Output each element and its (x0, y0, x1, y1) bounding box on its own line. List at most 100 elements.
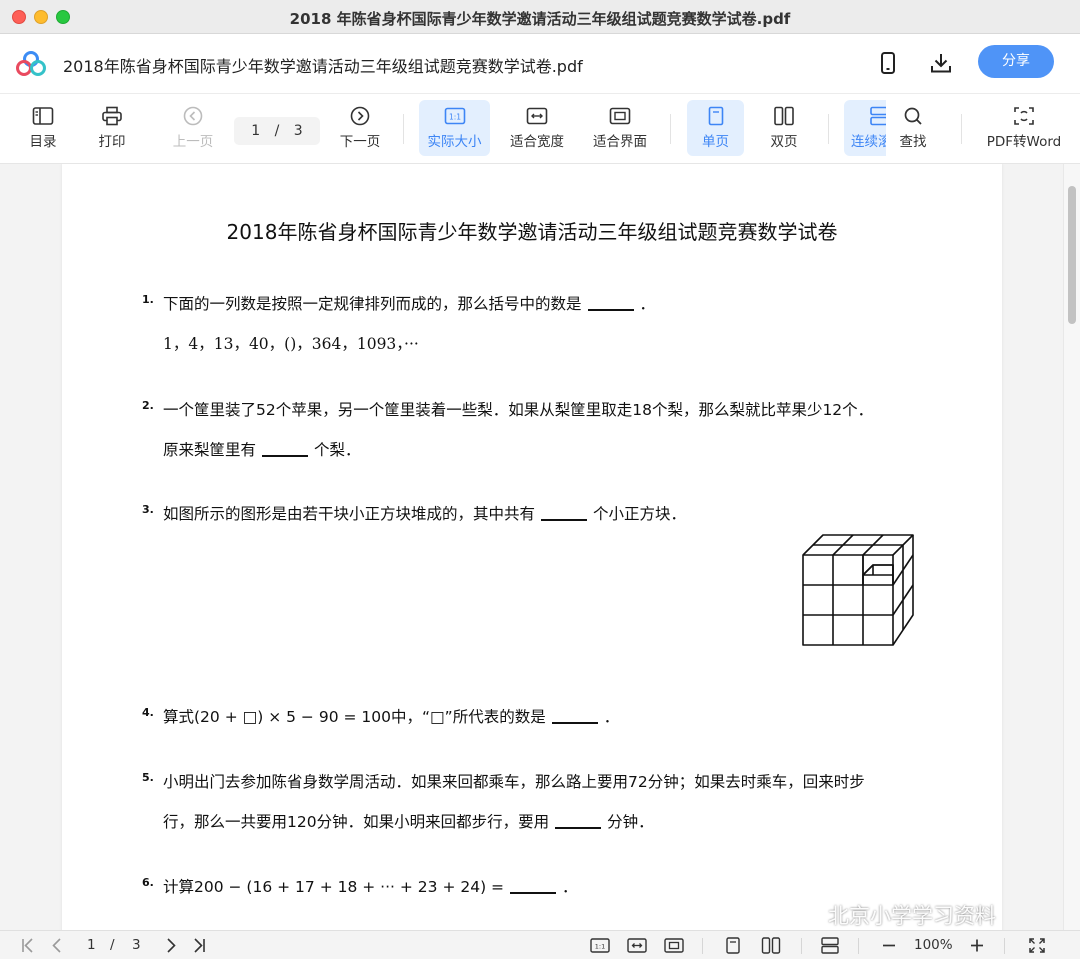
last-page-icon[interactable] (191, 937, 207, 954)
question-number: 6. (142, 876, 154, 889)
fit-screen-icon[interactable] (664, 937, 684, 954)
question-text-run: 计算200 − (16 + 17 + 18 + ··· + 23 + 24) = (163, 878, 505, 896)
single-page-icon[interactable] (724, 937, 742, 954)
bottombar-divider (801, 938, 802, 954)
actual-size-icon[interactable]: 1:1 (590, 937, 610, 954)
bottombar-divider (858, 938, 859, 954)
current-page-number[interactable]: 1 (87, 937, 96, 953)
continuous-scroll-icon (870, 106, 886, 126)
svg-text:1:1: 1:1 (595, 943, 605, 951)
question-text: 算式(20 + □) × 5 − 90 = 100中，“□”所代表的数是 ． (163, 705, 619, 727)
single-page-label: 单页 (702, 134, 729, 150)
continuous-scroll-label: 连续滚 (851, 134, 886, 150)
convert-icon (1014, 107, 1034, 125)
find-label: 查找 (899, 134, 927, 150)
question-text-run: 下面的一列数是按照一定规律排列而成的，那么括号中的数是 (163, 295, 582, 313)
chevron-right-icon[interactable] (163, 937, 179, 954)
single-page-button[interactable]: 单页 (687, 100, 744, 156)
pdf-page: 2018年陈省身杯国际青少年数学邀请活动三年级组试题竞赛数学试卷 1. 下面的一列… (62, 164, 1002, 930)
toolbar-divider (961, 114, 962, 144)
share-button[interactable]: 分享 (978, 45, 1054, 78)
answer-blank (262, 455, 309, 457)
fit-width-icon[interactable] (627, 937, 647, 954)
scrollbar-thumb[interactable] (1068, 186, 1076, 324)
download-icon[interactable] (929, 51, 953, 75)
chevron-right-circle-icon (350, 106, 370, 126)
continuous-scroll-icon[interactable] (820, 937, 840, 954)
phone-icon[interactable] (876, 51, 900, 75)
svg-text:1:1: 1:1 (448, 113, 460, 122)
printer-icon (102, 106, 122, 126)
chevron-left-circle-icon (183, 106, 203, 126)
app-header: 2018年陈省身杯国际青少年数学邀请活动三年级组试题竞赛数学试卷.pdf 分享 (0, 34, 1080, 94)
question-text: 小明出门去参加陈省身数学周活动．如果来回都乘车，那么路上要用72分钟；如果去时乘… (163, 770, 865, 792)
question-text: 如图所示的图形是由若干块小正方块堆成的，其中共有 个小正方块． (163, 502, 686, 524)
question-text-run: 行，那么一共要用120分钟．如果小明来回都步行，要用 (163, 813, 550, 831)
question-text-run: ． (603, 708, 620, 726)
exam-title: 2018年陈省身杯国际青少年数学邀请活动三年级组试题竞赛数学试卷 (226, 220, 838, 244)
window-titlebar: 2018 年陈省身杯国际青少年数学邀请活动三年级组试题竞赛数学试卷.pdf (0, 0, 1080, 34)
watermark: 北京小学学习资料 (790, 900, 996, 930)
answer-blank (510, 892, 557, 894)
print-button[interactable]: 打印 (87, 100, 137, 156)
fit-screen-label: 适合界面 (593, 134, 647, 150)
fit-width-icon (526, 107, 548, 125)
next-page-label: 下一页 (339, 134, 381, 150)
search-icon (904, 107, 922, 125)
question-text-run: ． (639, 295, 656, 313)
find-button[interactable]: 查找 (890, 100, 936, 156)
toolbar-divider (403, 114, 404, 144)
page-number-input[interactable]: 1 / 3 (234, 117, 320, 145)
question-number: 3. (142, 503, 154, 516)
actual-size-button[interactable]: 1:1 实际大小 (419, 100, 490, 156)
total-pages: 3 (132, 937, 141, 953)
fit-screen-button[interactable]: 适合界面 (588, 100, 652, 156)
toolbar-divider (828, 114, 829, 144)
actual-size-label: 实际大小 (427, 134, 482, 150)
answer-blank (587, 309, 634, 311)
question-text: 下面的一列数是按照一定规律排列而成的，那么括号中的数是 ． (163, 292, 655, 314)
print-label: 打印 (98, 134, 126, 150)
question-text: 1，4，13，40，()，364，1093，··· (163, 332, 419, 354)
single-page-icon (708, 106, 723, 126)
next-page-button[interactable]: 下一页 (333, 100, 387, 156)
wechat-icon (790, 901, 823, 926)
question-number: 1. (142, 293, 154, 306)
zoom-in-icon[interactable] (969, 937, 985, 954)
question-number: 4. (142, 706, 154, 719)
chevron-left-icon[interactable] (49, 937, 65, 954)
zoom-level[interactable]: 100% (914, 937, 953, 953)
question-text: 计算200 − (16 + 17 + 18 + ··· + 23 + 24) =… (163, 875, 578, 897)
question-text-run: 个小正方块． (593, 505, 687, 523)
prev-page-label: 上一页 (172, 134, 214, 150)
prev-page-button[interactable]: 上一页 (166, 100, 220, 156)
zoom-out-icon[interactable] (881, 937, 897, 954)
double-page-button[interactable]: 双页 (760, 100, 808, 156)
vertical-scrollbar[interactable] (1063, 164, 1080, 930)
bottom-status-bar: 1 / 3 1:1 100% (0, 930, 1080, 959)
first-page-icon[interactable] (20, 937, 36, 954)
answer-blank (541, 519, 588, 521)
question-number: 2. (142, 399, 154, 412)
double-page-icon (774, 106, 794, 126)
toc-icon (32, 107, 54, 125)
continuous-scroll-button[interactable]: 连续滚 (844, 100, 886, 156)
fit-width-label: 适合宽度 (510, 134, 564, 150)
fit-width-button[interactable]: 适合宽度 (505, 100, 569, 156)
question-text-run: 小明出门去参加陈省身数学周活动．如果来回都乘车，那么路上要用72分钟；如果去时乘… (163, 773, 865, 791)
question-text-run: 算式(20 + □) × 5 − 90 = 100中，“□”所代表的数是 (163, 708, 546, 726)
toolbar: 目录 打印 上一页 1 / 3 下一页 1:1 实际大小 适合宽度 适合界面 单… (0, 94, 1080, 164)
actual-size-icon: 1:1 (444, 107, 465, 125)
double-page-icon[interactable] (761, 937, 781, 954)
question-text-run: 一个筐里装了52个苹果，另一个筐里装着一些梨．如果从梨筐里取走18个梨，那么梨就… (163, 401, 874, 419)
document-viewer[interactable]: 2018年陈省身杯国际青少年数学邀请活动三年级组试题竞赛数学试卷 1. 下面的一列… (0, 164, 1080, 930)
toc-button[interactable]: 目录 (18, 100, 68, 156)
bottombar-divider (1004, 938, 1005, 954)
fullscreen-icon[interactable] (1028, 937, 1046, 954)
question-text-run: ． (562, 878, 578, 896)
document-title: 2018年陈省身杯国际青少年数学邀请活动三年级组试题竞赛数学试卷.pdf (63, 57, 583, 76)
answer-blank (551, 722, 598, 724)
pdf-to-word-button[interactable]: PDF转Word (981, 100, 1067, 156)
toolbar-divider (670, 114, 671, 144)
double-page-label: 双页 (770, 134, 798, 150)
